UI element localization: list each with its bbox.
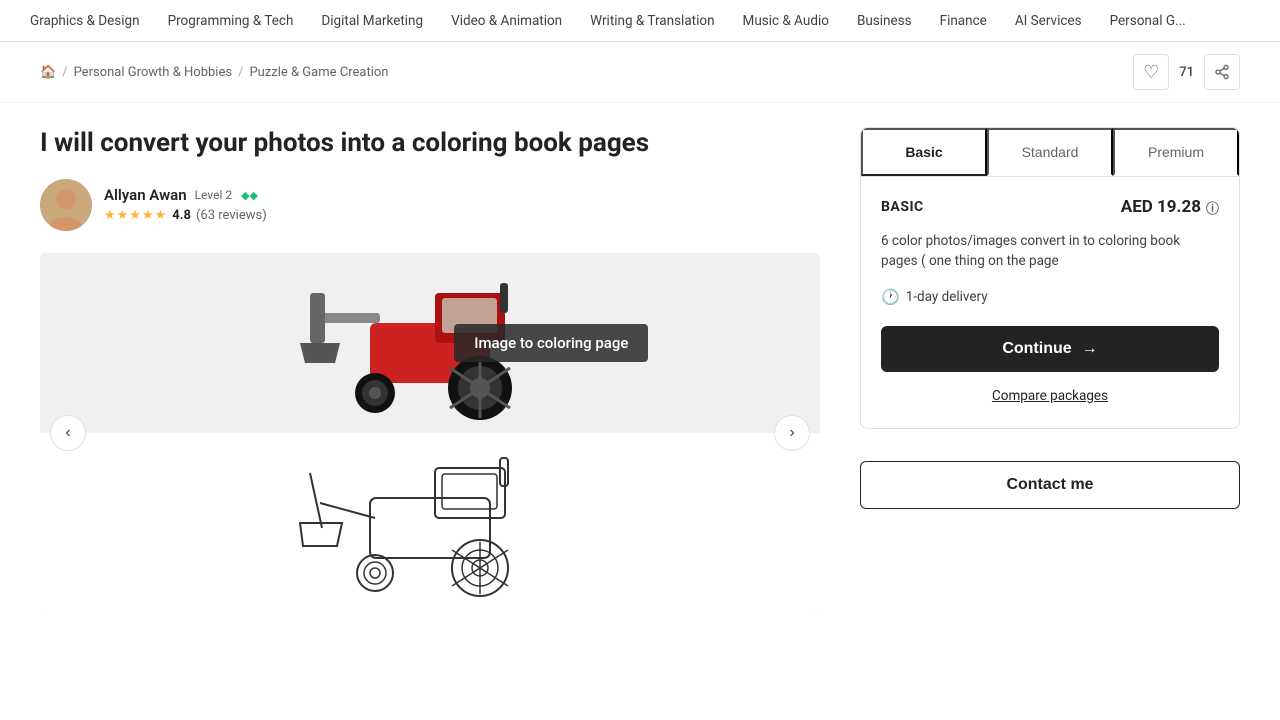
rating-number: 4.8	[172, 208, 191, 223]
seller-details: Allyan Awan Level 2 ◆◆ ★★★★★ 4.8 (63 rev…	[104, 186, 267, 223]
share-icon	[1214, 64, 1230, 80]
nav-programming[interactable]: Programming & Tech	[154, 0, 308, 41]
breadcrumb-bar: 🏠 / Personal Growth & Hobbies / Puzzle &…	[0, 42, 1280, 103]
package-description: 6 color photos/images convert in to colo…	[881, 231, 1219, 272]
carousel-next-button[interactable]: ›	[774, 415, 810, 451]
star-icons: ★★★★★	[104, 208, 167, 223]
tab-basic[interactable]: Basic	[861, 128, 987, 176]
review-count: 63 reviews	[200, 208, 262, 223]
left-panel: I will convert your photos into a colori…	[40, 127, 820, 613]
rating-row: ★★★★★ 4.8 (63 reviews)	[104, 208, 267, 223]
tractor-outline-svg	[280, 448, 580, 598]
compare-packages-link[interactable]: Compare packages	[881, 384, 1219, 408]
review-count-link[interactable]: (63 reviews)	[196, 208, 267, 223]
package-header: BASIC AED 19.28 ⓘ	[881, 197, 1219, 217]
continue-arrow: →	[1082, 340, 1098, 358]
nav-writing[interactable]: Writing & Translation	[576, 0, 728, 41]
delivery-row: 🕐 1-day delivery	[881, 288, 1219, 306]
breadcrumb: 🏠 / Personal Growth & Hobbies / Puzzle &…	[40, 65, 388, 80]
nav-graphics[interactable]: Graphics & Design	[16, 0, 154, 41]
continue-button[interactable]: Continue →	[881, 326, 1219, 372]
contact-me-button[interactable]: Contact me	[860, 461, 1240, 509]
like-count: 71	[1179, 65, 1194, 80]
like-button[interactable]: ♡	[1133, 54, 1169, 90]
nav-ai[interactable]: AI Services	[1001, 0, 1096, 41]
seller-name-row: Allyan Awan Level 2 ◆◆	[104, 186, 267, 204]
breadcrumb-puzzle[interactable]: Puzzle & Game Creation	[249, 65, 388, 80]
price-info-icon[interactable]: ⓘ	[1206, 198, 1219, 217]
breadcrumb-sep1: /	[62, 65, 67, 80]
package-name: BASIC	[881, 199, 924, 215]
image-label: Image to coloring page	[454, 324, 648, 362]
main-content: I will convert your photos into a colori…	[0, 103, 1280, 613]
clock-icon: 🕐	[881, 288, 900, 306]
carousel-image-top: Image to coloring page	[40, 253, 820, 433]
package-body: BASIC AED 19.28 ⓘ 6 color photos/images …	[861, 177, 1239, 428]
breadcrumb-personal[interactable]: Personal Growth & Hobbies	[74, 65, 233, 80]
package-card: Basic Standard Premium BASIC AED 19.28 ⓘ…	[860, 127, 1240, 429]
seller-info: Allyan Awan Level 2 ◆◆ ★★★★★ 4.8 (63 rev…	[40, 179, 820, 231]
level-badge: Level 2 ◆◆	[195, 188, 258, 202]
nav-personal[interactable]: Personal G...	[1096, 0, 1200, 41]
image-carousel: ‹	[40, 253, 820, 613]
gig-title: I will convert your photos into a colori…	[40, 127, 820, 161]
nav-music[interactable]: Music & Audio	[729, 0, 843, 41]
package-price: AED 19.28 ⓘ	[1121, 197, 1219, 217]
avatar	[40, 179, 92, 231]
tab-premium[interactable]: Premium	[1113, 128, 1239, 176]
share-button[interactable]	[1204, 54, 1240, 90]
avatar-image	[40, 179, 92, 231]
category-nav: Graphics & Design Programming & Tech Dig…	[0, 0, 1280, 42]
right-panel: Basic Standard Premium BASIC AED 19.28 ⓘ…	[860, 127, 1240, 613]
nav-finance[interactable]: Finance	[926, 0, 1001, 41]
continue-label: Continue	[1002, 340, 1071, 358]
home-icon[interactable]: 🏠	[40, 65, 56, 80]
carousel-content: Image to coloring page	[40, 253, 820, 613]
seller-name[interactable]: Allyan Awan	[104, 186, 187, 204]
carousel-image-bottom	[40, 433, 820, 613]
nav-marketing[interactable]: Digital Marketing	[307, 0, 437, 41]
carousel-prev-button[interactable]: ‹	[50, 415, 86, 451]
delivery-text: 1-day delivery	[906, 289, 988, 305]
nav-video[interactable]: Video & Animation	[437, 0, 576, 41]
package-tabs: Basic Standard Premium	[861, 128, 1239, 177]
nav-business[interactable]: Business	[843, 0, 926, 41]
tab-standard[interactable]: Standard	[987, 128, 1113, 176]
breadcrumb-sep2: /	[238, 65, 243, 80]
breadcrumb-actions: ♡ 71	[1133, 54, 1240, 90]
